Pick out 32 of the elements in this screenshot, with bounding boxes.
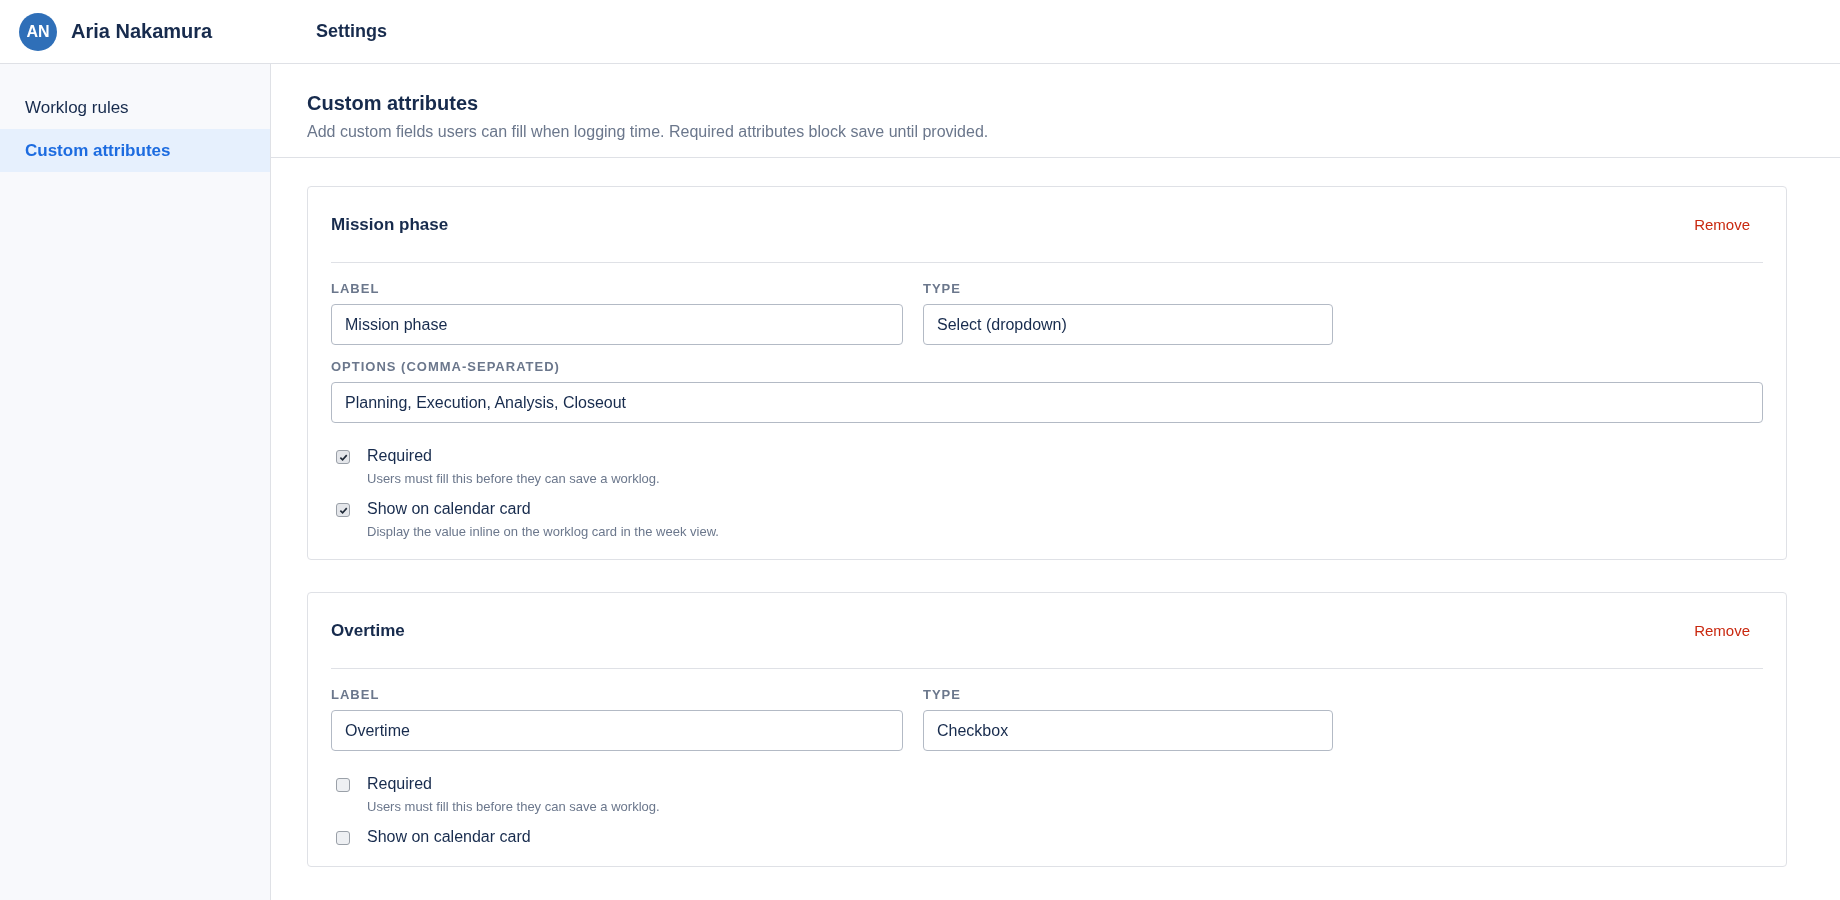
type-input[interactable]: Checkbox bbox=[923, 710, 1333, 751]
checkbox-label: Required bbox=[367, 775, 433, 793]
section-description: Add custom fields users can fill when logging time. Required attributes block save until provided. bbox=[307, 123, 990, 141]
options-input[interactable]: Planning, Execution, Analysis, Closeout bbox=[331, 382, 1763, 423]
page-title: Settings bbox=[316, 21, 387, 42]
attribute-name: Overtime bbox=[331, 620, 405, 641]
checkbox-hint: Display the value inline on the worklog card in the week view. bbox=[367, 524, 719, 539]
checkbox-hint: Users must fill this before they can save a worklog. bbox=[367, 471, 660, 486]
checkbox[interactable] bbox=[336, 831, 350, 845]
field-caption: LABEL bbox=[331, 281, 381, 296]
checkbox-label: Show on calendar card bbox=[367, 828, 531, 846]
sidebar-item[interactable]: Custom attributes bbox=[0, 129, 270, 172]
checkbox[interactable] bbox=[336, 503, 350, 517]
checkbox[interactable] bbox=[336, 450, 350, 464]
sidebar-item[interactable]: Worklog rules bbox=[0, 86, 270, 129]
checkbox-hint: Users must fill this before they can save a worklog. bbox=[367, 799, 660, 814]
label-input[interactable]: Overtime bbox=[331, 710, 903, 751]
section-title: Custom attributes bbox=[307, 92, 480, 115]
field-caption: LABEL bbox=[331, 687, 381, 702]
checkbox-label: Required bbox=[367, 447, 433, 465]
field-caption: OPTIONS (COMMA-SEPARATED) bbox=[331, 359, 561, 374]
checkbox[interactable] bbox=[336, 778, 350, 792]
checkbox-label: Show on calendar card bbox=[367, 500, 532, 518]
user-avatar: AN bbox=[19, 12, 57, 51]
label-input[interactable]: Mission phase bbox=[331, 304, 903, 345]
remove-button[interactable]: Remove bbox=[1681, 618, 1763, 643]
user-name: Aria Nakamura bbox=[71, 20, 213, 43]
attribute-name: Mission phase bbox=[331, 214, 449, 235]
type-input[interactable]: Select (dropdown) bbox=[923, 304, 1333, 345]
field-caption: TYPE bbox=[923, 687, 962, 702]
remove-button[interactable]: Remove bbox=[1681, 212, 1763, 237]
field-caption: TYPE bbox=[923, 281, 962, 296]
